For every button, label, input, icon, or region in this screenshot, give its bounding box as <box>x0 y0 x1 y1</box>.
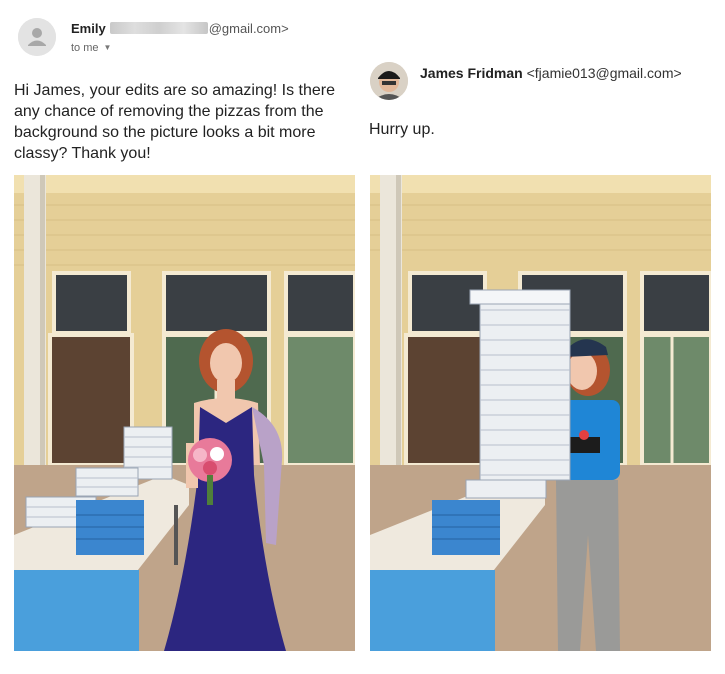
chevron-down-icon[interactable]: ▼ <box>104 43 112 52</box>
reply-message: Hurry up. <box>369 121 435 138</box>
redacted-email <box>109 22 208 34</box>
recipient-line[interactable]: to me ▼ <box>71 42 111 54</box>
sender-email: <fjamie013@gmail.com> <box>526 65 682 81</box>
original-photo <box>14 175 355 651</box>
sender-line: Emily @gmail.com> <box>71 21 289 36</box>
original-email-panel: Emily @gmail.com> to me ▼ Hi James, your e… <box>0 0 362 674</box>
edited-photo <box>370 175 711 651</box>
default-avatar-icon[interactable] <box>18 18 56 56</box>
sender-line: James Fridman <fjamie013@gmail.com> <box>420 65 682 81</box>
reply-email-panel: James Fridman <fjamie013@gmail.com> Hurr… <box>362 0 725 674</box>
sender-name[interactable]: Emily <box>71 21 106 36</box>
to-label: to me <box>71 42 99 54</box>
email-message: Hi James, your edits are so amazing! Is … <box>14 82 336 162</box>
sender-name[interactable]: James Fridman <box>420 65 523 81</box>
avatar-photo[interactable] <box>370 62 408 100</box>
sender-email: @gmail.com> <box>208 21 289 36</box>
